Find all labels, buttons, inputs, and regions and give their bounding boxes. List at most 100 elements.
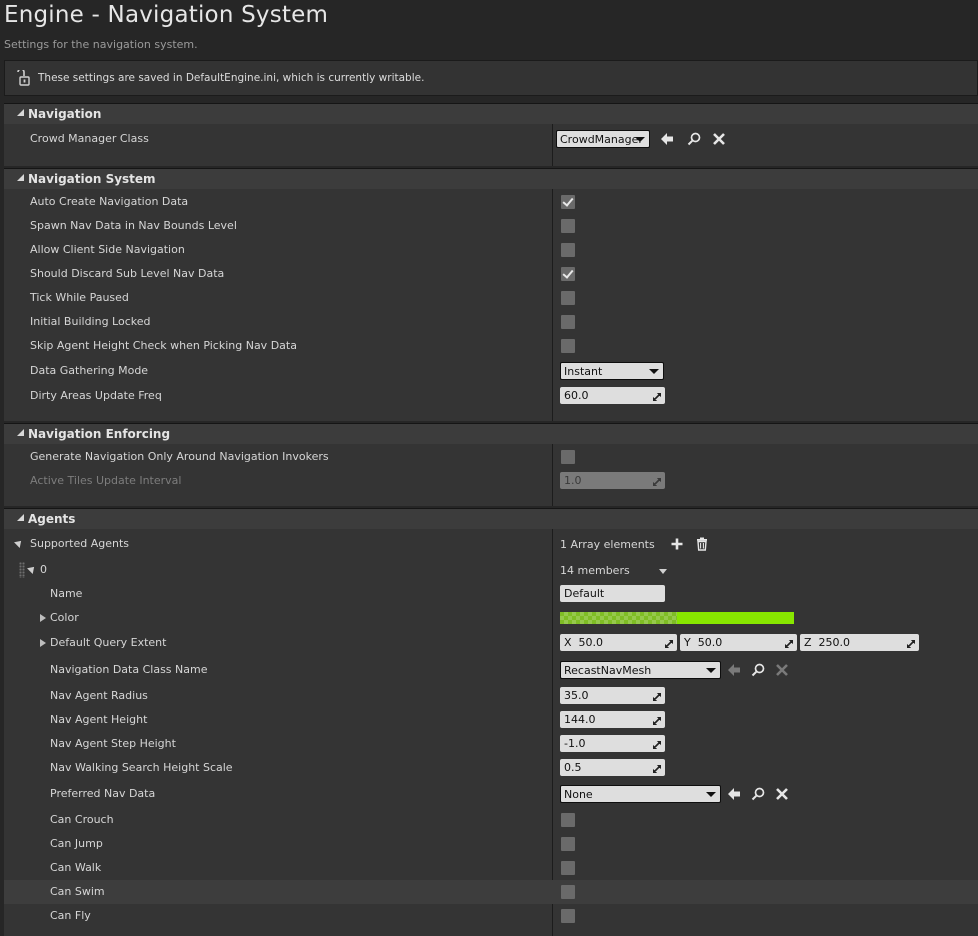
row-can-walk: Can Walk xyxy=(4,856,978,880)
query-extent-x-input[interactable]: X 50.0 xyxy=(560,634,677,651)
array-count: 1 Array elements xyxy=(560,538,655,551)
use-selected-arrow-icon[interactable] xyxy=(727,787,741,801)
spin-handle-icon xyxy=(652,476,662,487)
row-nav-walking-search-height: Nav Walking Search Height Scale 0.5 xyxy=(4,756,978,780)
add-element-plus-icon[interactable] xyxy=(670,537,684,551)
collapse-arrow-icon[interactable] xyxy=(27,564,37,574)
members-count: 14 members xyxy=(560,564,630,577)
clear-x-icon[interactable] xyxy=(775,663,789,677)
generate-only-invokers-checkbox[interactable] xyxy=(561,450,575,464)
nav-agent-radius-input[interactable]: 35.0 xyxy=(560,687,665,704)
row-crowd-manager-class: Crowd Manager Class CrowdManager xyxy=(4,127,978,151)
spin-handle-icon[interactable] xyxy=(784,638,794,649)
nav-data-class-combo[interactable]: RecastNavMesh xyxy=(560,661,721,679)
collapse-arrow-icon xyxy=(17,429,24,436)
row-agent-name: Name Default xyxy=(4,582,978,606)
drag-handle-icon[interactable] xyxy=(19,562,25,578)
row-initial-building-locked: Initial Building Locked xyxy=(4,310,978,334)
row-spawn-nav-data: Spawn Nav Data in Nav Bounds Level xyxy=(4,214,978,238)
query-extent-y-input[interactable]: Y 50.0 xyxy=(680,634,797,651)
allow-client-side-checkbox[interactable] xyxy=(561,243,575,257)
spin-handle-icon[interactable] xyxy=(652,715,662,726)
row-generate-only-invokers: Generate Navigation Only Around Navigati… xyxy=(4,445,978,469)
row-dirty-areas-freq: Dirty Areas Update Freq 60.0 xyxy=(4,384,978,408)
chevron-down-icon xyxy=(649,369,659,374)
can-jump-checkbox[interactable] xyxy=(561,837,575,851)
tick-while-paused-checkbox[interactable] xyxy=(561,291,575,305)
trash-icon[interactable] xyxy=(695,537,709,551)
collapse-arrow-icon xyxy=(17,109,24,116)
nav-walking-search-height-input[interactable]: 0.5 xyxy=(560,759,665,776)
row-auto-create-nav-data: Auto Create Navigation Data xyxy=(4,190,978,214)
spin-handle-icon[interactable] xyxy=(652,739,662,750)
nav-agent-step-height-input[interactable]: -1.0 xyxy=(560,735,665,752)
row-tick-while-paused: Tick While Paused xyxy=(4,286,978,310)
collapse-arrow-icon xyxy=(17,514,24,521)
row-can-fly: Can Fly xyxy=(4,904,978,928)
can-fly-checkbox[interactable] xyxy=(561,909,575,923)
row-can-swim: Can Swim xyxy=(4,880,978,904)
can-swim-checkbox[interactable] xyxy=(561,885,575,899)
row-agent-color: Color xyxy=(4,606,978,630)
row-allow-client-side: Allow Client Side Navigation xyxy=(4,238,978,262)
active-tiles-interval-input: 1.0 xyxy=(560,472,665,489)
use-selected-arrow-icon[interactable] xyxy=(727,663,741,677)
spin-handle-icon[interactable] xyxy=(652,391,662,402)
page-title: Engine - Navigation System xyxy=(4,2,329,28)
row-supported-agents: Supported Agents 1 Array elements xyxy=(4,532,978,556)
section-navigation[interactable]: Navigation xyxy=(4,103,978,124)
page-subtitle: Settings for the navigation system. xyxy=(4,38,198,51)
agent-name-input[interactable]: Default xyxy=(560,585,665,602)
query-extent-z-input[interactable]: Z 250.0 xyxy=(800,634,919,651)
row-discard-sub-level: Should Discard Sub Level Nav Data xyxy=(4,262,978,286)
spin-handle-icon[interactable] xyxy=(906,638,916,649)
row-can-jump: Can Jump xyxy=(4,832,978,856)
discard-sub-level-checkbox[interactable] xyxy=(561,267,575,281)
initial-building-locked-checkbox[interactable] xyxy=(561,315,575,329)
section-navigation-system[interactable]: Navigation System xyxy=(4,168,978,189)
row-active-tiles-interval: Active Tiles Update Interval 1.0 xyxy=(4,469,978,493)
row-nav-agent-step-height: Nav Agent Step Height -1.0 xyxy=(4,732,978,756)
section-agents[interactable]: Agents xyxy=(4,508,978,529)
row-skip-agent-height: Skip Agent Height Check when Picking Nav… xyxy=(4,334,978,358)
row-array-element-0: 0 14 members xyxy=(4,558,978,582)
preferred-nav-data-combo[interactable]: None xyxy=(560,785,721,803)
expand-arrow-icon[interactable] xyxy=(40,639,46,647)
section-navigation-enforcing[interactable]: Navigation Enforcing xyxy=(4,423,978,444)
color-swatch[interactable] xyxy=(560,612,794,624)
can-walk-checkbox[interactable] xyxy=(561,861,575,875)
row-can-crouch: Can Crouch xyxy=(4,808,978,832)
notice-text: These settings are saved in DefaultEngin… xyxy=(38,72,425,84)
clear-x-icon[interactable] xyxy=(712,132,726,146)
can-crouch-checkbox[interactable] xyxy=(561,813,575,827)
expand-arrow-icon[interactable] xyxy=(40,614,46,622)
unlock-icon xyxy=(16,68,30,86)
config-notice: These settings are saved in DefaultEngin… xyxy=(4,60,978,96)
row-preferred-nav-data: Preferred Nav Data None xyxy=(4,782,978,806)
clear-x-icon[interactable] xyxy=(775,787,789,801)
browse-search-icon[interactable] xyxy=(751,787,765,801)
browse-search-icon[interactable] xyxy=(751,663,765,677)
collapse-arrow-icon xyxy=(17,174,24,181)
browse-search-icon[interactable] xyxy=(687,132,701,146)
chevron-down-icon xyxy=(706,792,716,797)
row-nav-data-class-name: Navigation Data Class Name RecastNavMesh xyxy=(4,658,978,682)
dirty-areas-freq-input[interactable]: 60.0 xyxy=(560,387,665,404)
spin-handle-icon[interactable] xyxy=(664,638,674,649)
crowd-manager-class-combo[interactable]: CrowdManager xyxy=(556,130,650,148)
auto-create-checkbox[interactable] xyxy=(561,195,575,209)
spawn-nav-data-checkbox[interactable] xyxy=(561,219,575,233)
data-gathering-mode-combo[interactable]: Instant xyxy=(560,362,664,380)
chevron-down-icon[interactable] xyxy=(659,569,667,574)
use-selected-arrow-icon[interactable] xyxy=(660,132,674,146)
nav-agent-height-input[interactable]: 144.0 xyxy=(560,711,665,728)
skip-agent-height-checkbox[interactable] xyxy=(561,339,575,353)
spin-handle-icon[interactable] xyxy=(652,691,662,702)
row-data-gathering-mode: Data Gathering Mode Instant xyxy=(4,359,978,383)
chevron-down-icon xyxy=(706,668,716,673)
row-nav-agent-height: Nav Agent Height 144.0 xyxy=(4,708,978,732)
collapse-arrow-icon[interactable] xyxy=(14,538,24,548)
spin-handle-icon[interactable] xyxy=(652,763,662,774)
row-default-query-extent: Default Query Extent X 50.0 Y 50.0 Z 250.0 xyxy=(4,631,978,655)
chevron-down-icon xyxy=(635,137,645,142)
